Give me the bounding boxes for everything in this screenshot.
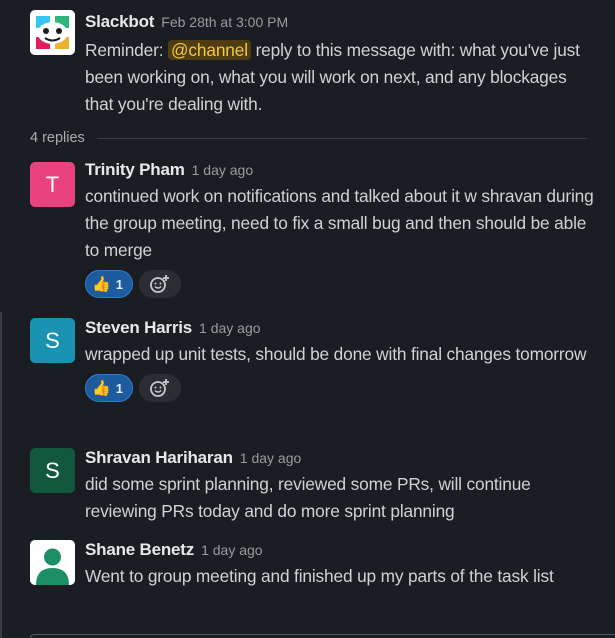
message-text: continued work on notifications and talk… xyxy=(85,186,594,260)
divider-line xyxy=(96,137,587,139)
author-name[interactable]: Trinity Pham xyxy=(85,160,185,180)
timestamp[interactable]: 1 day ago xyxy=(201,542,263,558)
reply-message[interactable]: T Trinity Pham 1 day ago continued work … xyxy=(0,152,615,302)
parent-message[interactable]: Slackbot Feb 28th at 3:00 PM Reminder: @… xyxy=(0,0,615,122)
avatar[interactable]: T xyxy=(30,162,75,207)
avatar-initial: S xyxy=(45,327,60,353)
thread-panel: Slackbot Feb 28th at 3:00 PM Reminder: @… xyxy=(0,0,615,638)
slackbot-avatar-icon xyxy=(30,10,75,55)
thumbs-up-icon: 👍 xyxy=(92,379,111,397)
message-text: Went to group meeting and finished up my… xyxy=(85,566,554,586)
message-text: did some sprint planning, reviewed some … xyxy=(85,474,531,521)
message-text: wrapped up unit tests, should be done wi… xyxy=(85,344,587,364)
avatar[interactable]: S xyxy=(30,318,75,363)
add-reaction-button[interactable] xyxy=(138,270,181,298)
thumbs-up-icon: 👍 xyxy=(92,275,111,293)
reactions-bar: 👍 1 xyxy=(85,270,597,298)
avatar[interactable] xyxy=(30,540,75,585)
avatar-initial: S xyxy=(45,457,60,483)
timestamp[interactable]: 1 day ago xyxy=(240,450,302,466)
avatar-initial: T xyxy=(45,171,60,197)
reactions-bar: 👍 1 xyxy=(85,374,597,402)
message-text: Reminder: @channel reply to this message… xyxy=(85,40,580,114)
reaction-count: 1 xyxy=(115,276,123,292)
replies-divider: 4 replies xyxy=(30,128,587,148)
channel-mention[interactable]: @channel xyxy=(168,40,251,60)
author-name[interactable]: Slackbot xyxy=(85,12,154,32)
timestamp[interactable]: 1 day ago xyxy=(192,162,254,178)
thumbs-up-reaction[interactable]: 👍 1 xyxy=(85,270,133,298)
reply-message[interactable]: S Shravan Hariharan 1 day ago did some s… xyxy=(0,441,615,531)
replies-count: 4 replies xyxy=(30,130,85,146)
add-reaction-button[interactable] xyxy=(138,374,181,402)
author-name[interactable]: Shravan Hariharan xyxy=(85,448,233,468)
avatar[interactable]: S xyxy=(30,448,75,493)
reply-message[interactable]: S Steven Harris 1 day ago wrapped up uni… xyxy=(0,310,615,436)
add-reaction-icon xyxy=(150,379,169,397)
author-name[interactable]: Steven Harris xyxy=(85,318,192,338)
thumbs-up-reaction[interactable]: 👍 1 xyxy=(85,374,133,402)
slackbot-avatar[interactable] xyxy=(30,10,75,55)
timestamp[interactable]: 1 day ago xyxy=(199,320,261,336)
author-name[interactable]: Shane Benetz xyxy=(85,540,194,560)
reply-message[interactable]: Shane Benetz 1 day ago Went to group mee… xyxy=(0,533,615,629)
reaction-count: 1 xyxy=(115,380,123,396)
default-user-avatar-icon xyxy=(30,540,75,585)
reply-composer[interactable] xyxy=(30,634,615,638)
timestamp[interactable]: Feb 28th at 3:00 PM xyxy=(161,14,288,30)
add-reaction-icon xyxy=(150,275,169,293)
